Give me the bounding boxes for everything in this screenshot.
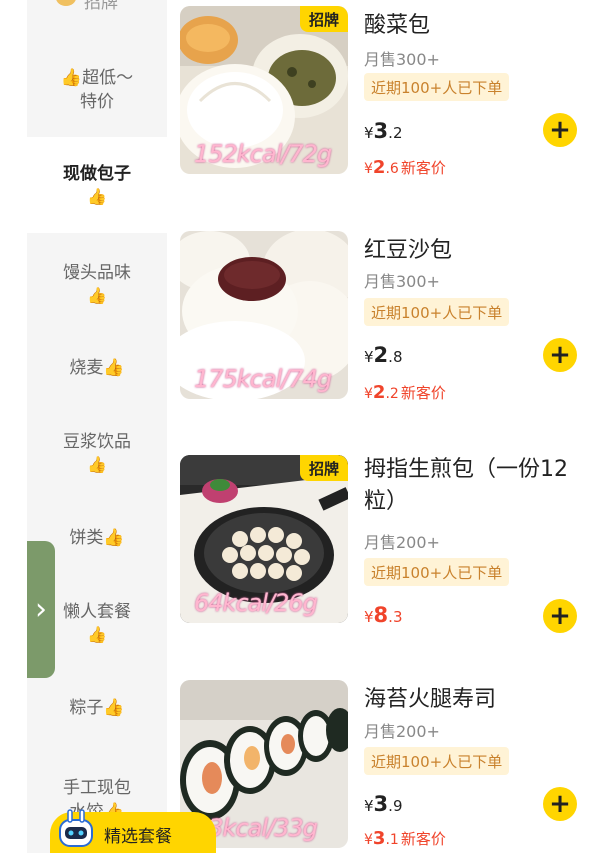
currency-symbol: ¥ bbox=[364, 348, 374, 366]
currency-symbol: ¥ bbox=[364, 797, 374, 815]
category-label: 手工现包 bbox=[63, 778, 131, 798]
price-decimal: .3 bbox=[388, 608, 403, 626]
signature-badge: 招牌 bbox=[300, 455, 348, 481]
new-price-decimal: .2 bbox=[385, 386, 399, 402]
recent-orders-tag: 近期100+人已下单 bbox=[364, 558, 510, 586]
category-item-special-price[interactable]: 👍超低～ 特价 bbox=[27, 45, 167, 135]
product-image[interactable]: 招牌 64kcal/26g bbox=[180, 455, 348, 623]
category-label: 粽子👍 bbox=[69, 698, 125, 718]
add-to-cart-button[interactable]: + bbox=[543, 787, 577, 821]
product-card[interactable]: 175kcal/74g 红豆沙包 月售300+ 近期100+人已下单 ¥2.8 … bbox=[180, 231, 595, 431]
new-price-integer: 2 bbox=[372, 382, 386, 403]
recent-orders-tag: 近期100+人已下单 bbox=[364, 73, 510, 101]
new-customer-label: 新客价 bbox=[400, 830, 446, 848]
category-label: 特价 bbox=[80, 92, 114, 112]
thumbs-up-icon: 👍 bbox=[87, 625, 107, 644]
currency-symbol: ¥ bbox=[364, 608, 374, 626]
product-name: 酸菜包 bbox=[364, 13, 431, 38]
new-customer-price: ¥2.6 新客价 bbox=[364, 157, 446, 178]
currency-symbol: ¥ bbox=[364, 386, 373, 402]
price-integer: 8 bbox=[373, 603, 389, 627]
thumbs-up-icon: 👍 bbox=[87, 455, 107, 474]
price: ¥3.9 bbox=[364, 792, 402, 816]
thumbs-up-icon: 👍 bbox=[87, 286, 107, 305]
new-customer-label: 新客价 bbox=[400, 384, 446, 402]
category-label: 馒头品味 bbox=[63, 263, 131, 283]
new-customer-price: ¥3.1 新客价 bbox=[364, 828, 446, 849]
new-price-decimal: .6 bbox=[385, 161, 399, 177]
currency-symbol: ¥ bbox=[364, 832, 373, 848]
price: ¥3.2 bbox=[364, 119, 402, 143]
category-label: 👍超低～ bbox=[60, 68, 134, 88]
calorie-label: 64kcal/26g bbox=[194, 589, 318, 617]
product-name: 拇指生煎包（一份12粒） bbox=[364, 457, 568, 514]
monthly-sales: 月售300+ bbox=[364, 272, 440, 291]
add-to-cart-button[interactable]: + bbox=[543, 113, 577, 147]
price: ¥2.8 bbox=[364, 343, 402, 367]
new-price-integer: 2 bbox=[372, 157, 386, 178]
product-name: 海苔火腿寿司 bbox=[364, 687, 497, 712]
calorie-label: 175kcal/74g bbox=[194, 365, 332, 393]
chevron-right-icon: › bbox=[35, 592, 47, 627]
price-decimal: .8 bbox=[388, 348, 403, 366]
add-to-cart-button[interactable]: + bbox=[543, 338, 577, 372]
category-label: 现做包子 bbox=[63, 164, 131, 184]
category-label: 饼类👍 bbox=[69, 528, 125, 548]
featured-combo-button[interactable]: 精选套餐 bbox=[50, 809, 216, 853]
category-item-top-partial[interactable]: 招牌 bbox=[84, 0, 118, 13]
product-card[interactable]: 招牌 64kcal/26g 拇指生煎包（一份12粒） 月售200+ 近期100+… bbox=[180, 455, 595, 655]
new-price-decimal: .1 bbox=[385, 832, 399, 848]
product-image[interactable]: 招牌 152kcal/72g bbox=[180, 6, 348, 174]
new-price-integer: 3 bbox=[372, 828, 386, 849]
recent-orders-tag: 近期100+人已下单 bbox=[364, 298, 510, 326]
currency-symbol: ¥ bbox=[364, 161, 373, 177]
product-card[interactable]: 招牌 152kcal/72g 酸菜包 月售300+ 近期100+人已下单 ¥3.… bbox=[180, 6, 595, 206]
monthly-sales: 月售200+ bbox=[364, 722, 440, 741]
price-integer: 3 bbox=[373, 792, 389, 816]
price-decimal: .2 bbox=[388, 124, 403, 142]
product-name: 红豆沙包 bbox=[364, 238, 453, 263]
product-image[interactable]: 175kcal/74g bbox=[180, 231, 348, 399]
category-label: 烧麦👍 bbox=[69, 358, 125, 378]
add-to-cart-button[interactable]: + bbox=[543, 599, 577, 633]
price-integer: 3 bbox=[373, 119, 389, 143]
edge-strip bbox=[0, 0, 27, 853]
featured-combo-label: 精选套餐 bbox=[104, 826, 172, 847]
category-item-zongzi[interactable]: 粽子👍 bbox=[27, 675, 167, 741]
thumbs-up-icon: 👍 bbox=[87, 187, 107, 206]
new-customer-price: ¥2.2 新客价 bbox=[364, 382, 446, 403]
menu-screen: 招牌 👍超低～ 特价 现做包子 👍 馒头品味 👍 烧麦👍 豆浆饮品 👍 饼类👍 … bbox=[0, 0, 600, 853]
monthly-sales: 月售300+ bbox=[364, 50, 440, 69]
currency-symbol: ¥ bbox=[364, 124, 374, 142]
category-label: 豆浆饮品 bbox=[63, 432, 131, 452]
side-drawer-handle[interactable]: › bbox=[27, 541, 55, 678]
calorie-label: 152kcal/72g bbox=[194, 140, 332, 168]
signature-badge: 招牌 bbox=[300, 6, 348, 32]
category-label: 懒人套餐 bbox=[63, 602, 131, 622]
new-customer-label: 新客价 bbox=[400, 159, 446, 177]
category-item-steamed-bread[interactable]: 馒头品味 👍 bbox=[27, 236, 167, 332]
robot-mascot-icon bbox=[59, 809, 93, 847]
recent-orders-tag: 近期100+人已下单 bbox=[364, 747, 510, 775]
price-decimal: .9 bbox=[388, 797, 403, 815]
category-item-shaomai[interactable]: 烧麦👍 bbox=[27, 335, 167, 401]
category-item-soymilk[interactable]: 豆浆饮品 👍 bbox=[27, 405, 167, 501]
category-item-fresh-buns[interactable]: 现做包子 👍 bbox=[27, 137, 167, 233]
price: ¥8.3 bbox=[364, 603, 402, 627]
product-card[interactable]: 63kcal/33g 海苔火腿寿司 月售200+ 近期100+人已下单 ¥3.9… bbox=[180, 680, 595, 853]
price-integer: 2 bbox=[373, 343, 389, 367]
monthly-sales: 月售200+ bbox=[364, 533, 440, 552]
